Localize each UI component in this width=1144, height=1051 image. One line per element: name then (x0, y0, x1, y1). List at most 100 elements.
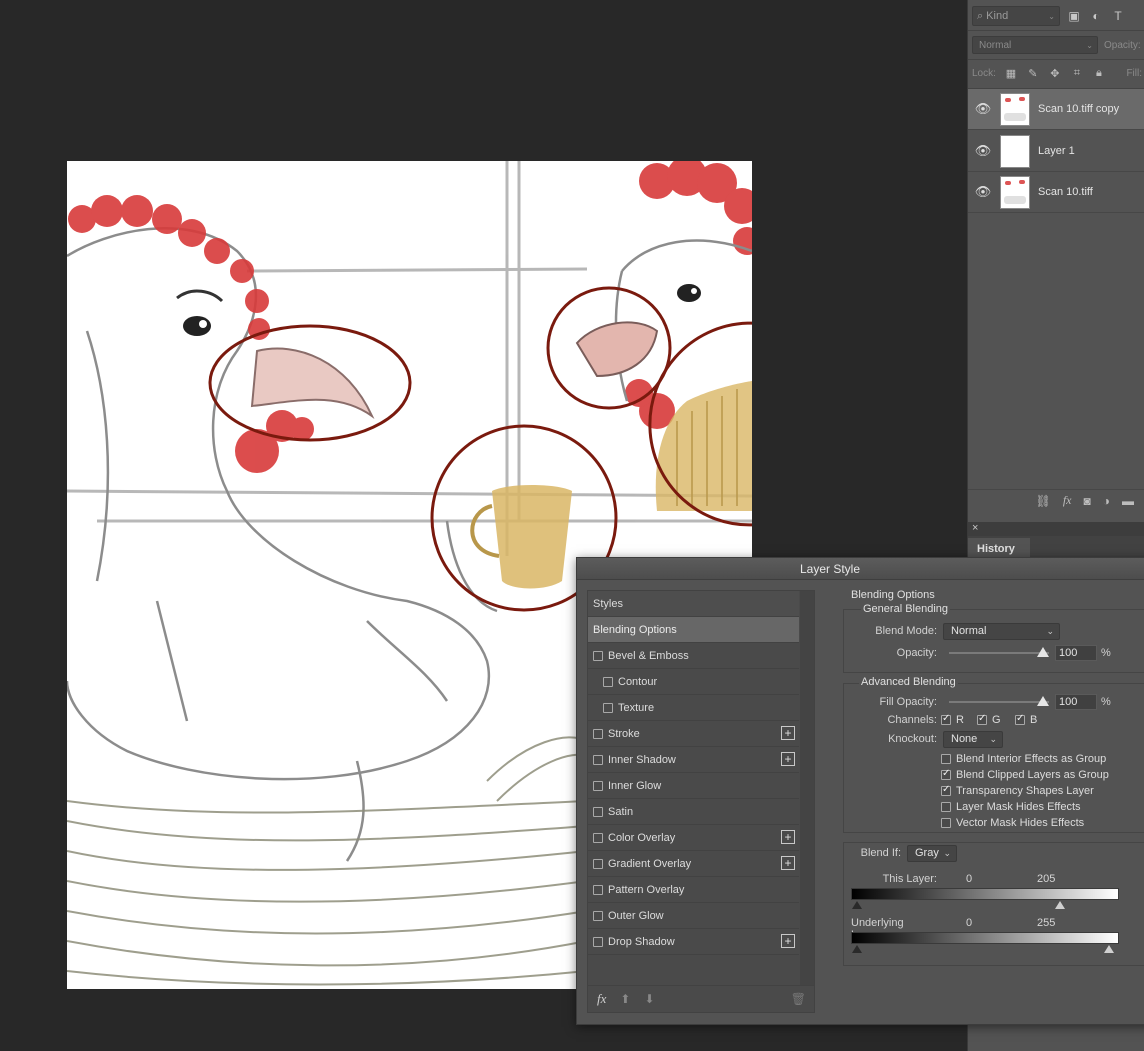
style-item-bevel-emboss[interactable]: Bevel & Emboss (588, 643, 799, 669)
style-item-texture[interactable]: Texture (588, 695, 799, 721)
this-layer-white-slider[interactable] (1055, 901, 1065, 910)
style-item-label: Outer Glow (608, 909, 664, 922)
add-mask-icon[interactable]: ◙ (1084, 494, 1091, 508)
underlying-black-slider[interactable] (852, 945, 862, 954)
tab-history[interactable]: History (968, 538, 1030, 558)
fill-opacity-input[interactable]: 100 (1055, 694, 1097, 710)
close-icon[interactable]: × (972, 522, 978, 534)
style-checkbox[interactable] (593, 910, 603, 921)
style-checkbox[interactable] (603, 676, 613, 687)
style-item-drop-shadow[interactable]: Drop Shadow + (588, 929, 799, 955)
add-effect-plus-icon[interactable]: + (781, 934, 795, 948)
blend-if-select[interactable]: Gray ⌄ (907, 845, 957, 862)
channel-r-checkbox[interactable]: R (941, 713, 964, 726)
option-layer-mask-hides-effects-checkbox[interactable]: Layer Mask Hides Effects (941, 801, 1081, 813)
lock-image-pixels-icon[interactable]: ✎ (1026, 67, 1040, 80)
move-down-icon[interactable]: ⬇︎ (644, 992, 654, 1006)
style-item-inner-glow[interactable]: Inner Glow (588, 773, 799, 799)
new-adjustment-layer-icon[interactable]: ◑ (1103, 494, 1110, 508)
layer-name: Layer 1 (1038, 145, 1075, 157)
this-layer-gradient[interactable] (851, 888, 1119, 909)
opacity-input[interactable]: 100 (1055, 645, 1097, 661)
style-checkbox[interactable] (593, 728, 603, 739)
dialog-title: Layer Style (799, 562, 861, 576)
style-checkbox[interactable] (603, 702, 613, 713)
style-checkbox[interactable] (593, 832, 603, 843)
style-item-color-overlay[interactable]: Color Overlay + (588, 825, 799, 851)
channel-b-checkbox[interactable]: B (1015, 713, 1037, 726)
layer-blend-mode-select[interactable]: Normal ⌄ (972, 36, 1098, 54)
opacity-slider-thumb[interactable] (1037, 647, 1049, 657)
style-checkbox[interactable] (593, 858, 603, 869)
lock-all-icon[interactable]: 🔒︎ (1092, 67, 1106, 80)
image-filter-icon[interactable]: ▣ (1066, 8, 1082, 24)
opacity-slider[interactable] (949, 647, 1049, 657)
general-blending-title: General Blending (861, 603, 951, 615)
style-checkbox[interactable] (593, 754, 603, 765)
style-item-blending-options[interactable]: Blending Options (588, 617, 799, 643)
style-checkbox[interactable] (593, 650, 603, 661)
add-effect-plus-icon[interactable]: + (781, 830, 795, 844)
visibility-eye-icon[interactable]: 👁︎ (968, 101, 998, 117)
style-checkbox[interactable] (593, 806, 603, 817)
style-item-gradient-overlay[interactable]: Gradient Overlay + (588, 851, 799, 877)
layer-filter-row: ⌕ Kind ⌄ ▣ ◐ T (972, 5, 1144, 27)
this-layer-low-value: 0 (966, 873, 973, 885)
add-layer-style-icon[interactable]: fx (1063, 493, 1072, 508)
style-item-stroke[interactable]: Stroke + (588, 721, 799, 747)
styles-header-label: Styles (593, 597, 623, 610)
option-transparency-shapes-layer-checkbox[interactable]: Transparency Shapes Layer (941, 784, 1094, 797)
style-item-label: Inner Glow (608, 779, 662, 792)
search-icon: ⌕ (977, 9, 984, 22)
add-effect-plus-icon[interactable]: + (781, 752, 795, 766)
style-item-satin[interactable]: Satin (588, 799, 799, 825)
this-layer-label: This Layer: (882, 873, 937, 885)
new-group-icon[interactable]: ▬ (1122, 494, 1134, 508)
style-checkbox[interactable] (593, 936, 603, 947)
type-filter-icon[interactable]: T (1110, 8, 1126, 24)
knockout-label: Knockout: (888, 733, 937, 745)
underlying-white-slider[interactable] (1104, 945, 1114, 954)
style-item-inner-shadow[interactable]: Inner Shadow + (588, 747, 799, 773)
underlying-layer-gradient[interactable] (851, 932, 1119, 953)
knockout-select[interactable]: None ⌄ (943, 731, 1003, 748)
layer-row-scan[interactable]: 👁︎ Scan 10.tiff (968, 172, 1144, 213)
add-effect-plus-icon[interactable]: + (781, 726, 795, 740)
adjustment-filter-icon[interactable]: ◐ (1088, 8, 1104, 24)
chevron-down-icon: ⌄ (943, 848, 951, 858)
style-checkbox[interactable] (593, 780, 603, 791)
lock-artboard-icon[interactable]: ⌗ (1070, 67, 1084, 80)
lock-position-icon[interactable]: ✥ (1048, 67, 1062, 80)
chevron-down-icon: ⌄ (1048, 11, 1055, 21)
add-effect-plus-icon[interactable]: + (781, 856, 795, 870)
trash-icon[interactable]: 🗑︎ (791, 992, 806, 1006)
layer-style-dialog: Layer Style Styles Blending Options Bevel… (576, 557, 1144, 1025)
fill-opacity-slider-thumb[interactable] (1037, 696, 1049, 706)
style-checkbox[interactable] (593, 884, 603, 895)
lock-transparent-pixels-icon[interactable]: ▦ (1004, 67, 1018, 80)
style-item-outer-glow[interactable]: Outer Glow (588, 903, 799, 929)
style-item-label: Bevel & Emboss (608, 649, 689, 662)
styles-header[interactable]: Styles (588, 591, 799, 617)
styles-scrollbar[interactable] (800, 591, 814, 985)
move-up-icon[interactable]: ⬆︎ (620, 992, 630, 1006)
style-item-contour[interactable]: Contour (588, 669, 799, 695)
blend-mode-select[interactable]: Normal ⌄ (943, 623, 1060, 640)
option-blend-clipped-layers-as-group-checkbox[interactable]: Blend Clipped Layers as Group (941, 768, 1109, 781)
fill-opacity-slider[interactable] (949, 696, 1049, 706)
dialog-title-bar[interactable]: Layer Style (577, 558, 1144, 580)
layer-row-scan-copy[interactable]: 👁︎ Scan 10.tiff copy (968, 89, 1144, 130)
this-layer-black-slider[interactable] (852, 901, 862, 910)
visibility-eye-icon[interactable]: 👁︎ (968, 143, 998, 159)
opacity-label: Opacity: (896, 647, 937, 659)
option-blend-interior-effects-as-group-checkbox[interactable]: Blend Interior Effects as Group (941, 753, 1106, 765)
fx-menu-button[interactable]: fx (597, 991, 606, 1007)
channel-g-checkbox[interactable]: G (977, 713, 1001, 726)
style-item-pattern-overlay[interactable]: Pattern Overlay (588, 877, 799, 903)
filter-kind-select[interactable]: ⌕ Kind ⌄ (972, 6, 1060, 26)
blending-options-title: Blending Options (851, 589, 935, 601)
link-layers-icon[interactable]: ⛓︎ (1036, 494, 1051, 508)
layer-row-layer-1[interactable]: 👁︎ Layer 1 (968, 131, 1144, 172)
visibility-eye-icon[interactable]: 👁︎ (968, 184, 998, 200)
option-vector-mask-hides-effects-checkbox[interactable]: Vector Mask Hides Effects (941, 817, 1084, 829)
